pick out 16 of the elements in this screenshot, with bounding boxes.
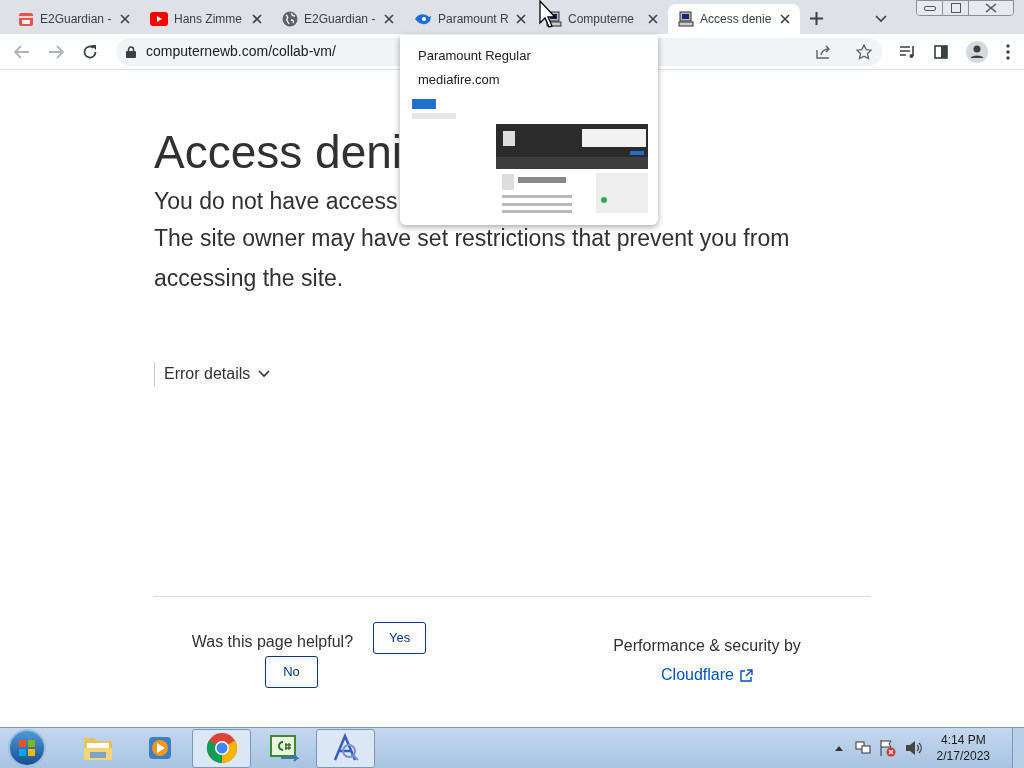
tab-title: Hans Zimme — [174, 11, 243, 28]
page-message: You do not have access — [154, 187, 399, 216]
tab-title: Paramount R — [438, 11, 510, 28]
feedback-question: Was this page helpful? — [191, 632, 354, 652]
hover-card-title: Paramount Regular — [418, 47, 532, 65]
tab-title: Computerne — [568, 11, 636, 28]
page-detail: The site owner may have set restrictions that prevent you from accessing the site. — [154, 224, 791, 293]
clock-time: 4:14 PM — [940, 732, 986, 748]
page-heading: Access deni — [154, 125, 402, 180]
tab-title: E2Guardian - — [40, 11, 113, 28]
security-text: Performance & security by — [613, 636, 801, 656]
tab-title: Access denie — [700, 11, 773, 28]
hover-card-domain: mediafire.com — [418, 70, 501, 89]
clock-date: 2/17/2023 — [936, 748, 990, 764]
url-text: computernewb.com/collab-vm/ — [146, 42, 336, 61]
tab-title: E2Guardian - — [304, 11, 377, 28]
